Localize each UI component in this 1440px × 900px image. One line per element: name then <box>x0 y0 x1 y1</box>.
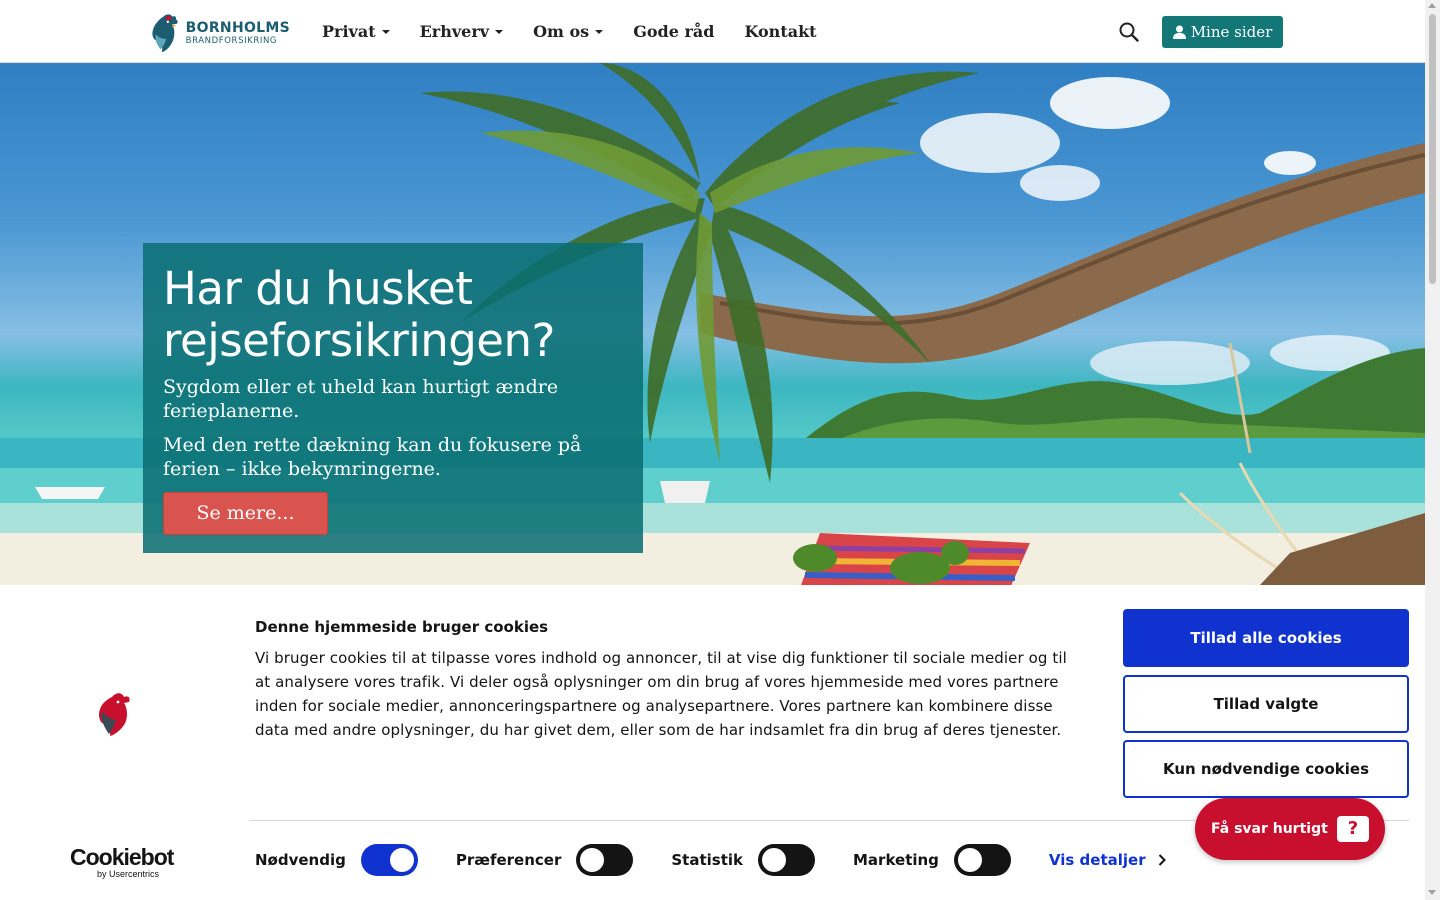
logo-wordmark: BORNHOLMS BRANDFORSIKRING <box>186 21 290 46</box>
hero-text-2: Med den rette dækning kan du fokusere på… <box>163 434 582 480</box>
rooster-logo-icon <box>152 14 178 53</box>
toggle-label-preferences: Præferencer <box>455 851 562 869</box>
se-mere-button[interactable]: Se mere... <box>163 492 328 535</box>
site-logo[interactable]: BORNHOLMS BRANDFORSIKRING <box>150 5 290 61</box>
nav-item-kontakt[interactable]: Kontakt <box>744 22 816 41</box>
toggle-knob <box>580 848 605 872</box>
show-details-link[interactable]: Vis detaljer <box>1049 851 1166 869</box>
logo-line2: BRANDFORSIKRING <box>185 35 278 46</box>
mine-sider-button[interactable]: Mine sider <box>1162 16 1283 48</box>
toggle-necessary[interactable] <box>360 844 418 876</box>
search-icon <box>1119 22 1139 42</box>
toggle-knob <box>957 848 982 872</box>
nav-item-erhverv[interactable]: Erhverv <box>419 22 504 41</box>
nav-item-om-os[interactable]: Om os <box>533 22 604 41</box>
consent-toggles: Nødvendig Præferencer Statistik Marketin… <box>255 844 1166 876</box>
main-nav: Privat Erhverv Om os Gode råd Kontakt <box>322 22 847 41</box>
toggle-statistics[interactable] <box>758 844 815 876</box>
user-icon <box>1172 25 1186 39</box>
nav-item-label: Privat <box>322 22 376 41</box>
toggle-preferences[interactable] <box>576 844 634 876</box>
hero-text-1: Sygdom eller et uheld kan hurtigt ændre … <box>163 376 559 422</box>
page-scrollbar[interactable] <box>1425 0 1440 900</box>
caret-down-icon <box>495 29 504 34</box>
cookiebot-wordmark: Cookiebot <box>70 844 174 870</box>
nav-item-label: Kontakt <box>744 22 817 41</box>
rooster-logo-icon <box>99 693 130 736</box>
hero-promo-box: Har du husket rejseforsikringen? Sygdom … <box>143 243 643 553</box>
toggle-marketing[interactable] <box>953 844 1011 876</box>
toggle-knob <box>762 848 786 872</box>
caret-down-icon <box>381 29 390 34</box>
allow-all-cookies-button[interactable]: Tillad alle cookies <box>1123 609 1409 667</box>
scroll-thumb[interactable] <box>1429 14 1436 284</box>
site-header: BORNHOLMS BRANDFORSIKRING Privat Erhverv… <box>0 0 1425 63</box>
quick-answer-chat-button[interactable]: Få svar hurtigt ? <box>1195 798 1385 860</box>
nav-item-privat[interactable]: Privat <box>322 22 390 41</box>
chevron-right-icon <box>1158 854 1166 866</box>
question-bubble-icon: ? <box>1337 816 1369 842</box>
scroll-down-arrow-icon[interactable] <box>1428 890 1436 895</box>
toggle-label-marketing: Marketing <box>853 851 939 869</box>
scroll-up-arrow-icon[interactable] <box>1428 3 1436 8</box>
chat-label: Få svar hurtigt <box>1211 821 1328 837</box>
nav-item-label: Erhverv <box>419 22 490 41</box>
toggle-label-statistics: Statistik <box>671 851 743 869</box>
logo-line1: BORNHOLMS <box>185 19 290 36</box>
cookie-heading: Denne hjemmeside bruger cookies <box>255 618 549 636</box>
cookiebot-byline: by Usercentrics <box>97 869 160 879</box>
mine-sider-label: Mine sider <box>1190 23 1273 41</box>
allow-selected-button[interactable]: Tillad valgte <box>1123 675 1409 733</box>
search-button[interactable] <box>1118 21 1140 43</box>
hero-title: Har du husket rejseforsikringen? <box>163 262 555 367</box>
show-details-label: Vis detaljer <box>1048 851 1146 869</box>
nav-item-label: Om os <box>533 22 590 41</box>
hero-banner: Har du husket rejseforsikringen? Sygdom … <box>0 63 1425 585</box>
nav-item-label: Gode råd <box>633 22 715 41</box>
nav-item-gode-raad[interactable]: Gode råd <box>633 22 714 41</box>
cookiebot-logo[interactable]: Cookiebot by Usercentrics <box>70 844 174 879</box>
only-necessary-button[interactable]: Kun nødvendige cookies <box>1123 740 1409 798</box>
cookie-description: Vi bruger cookies til at tilpasse vores … <box>255 649 1067 739</box>
toggle-label-necessary: Nødvendig <box>255 851 346 869</box>
toggle-knob <box>389 848 414 872</box>
caret-down-icon <box>595 29 604 34</box>
